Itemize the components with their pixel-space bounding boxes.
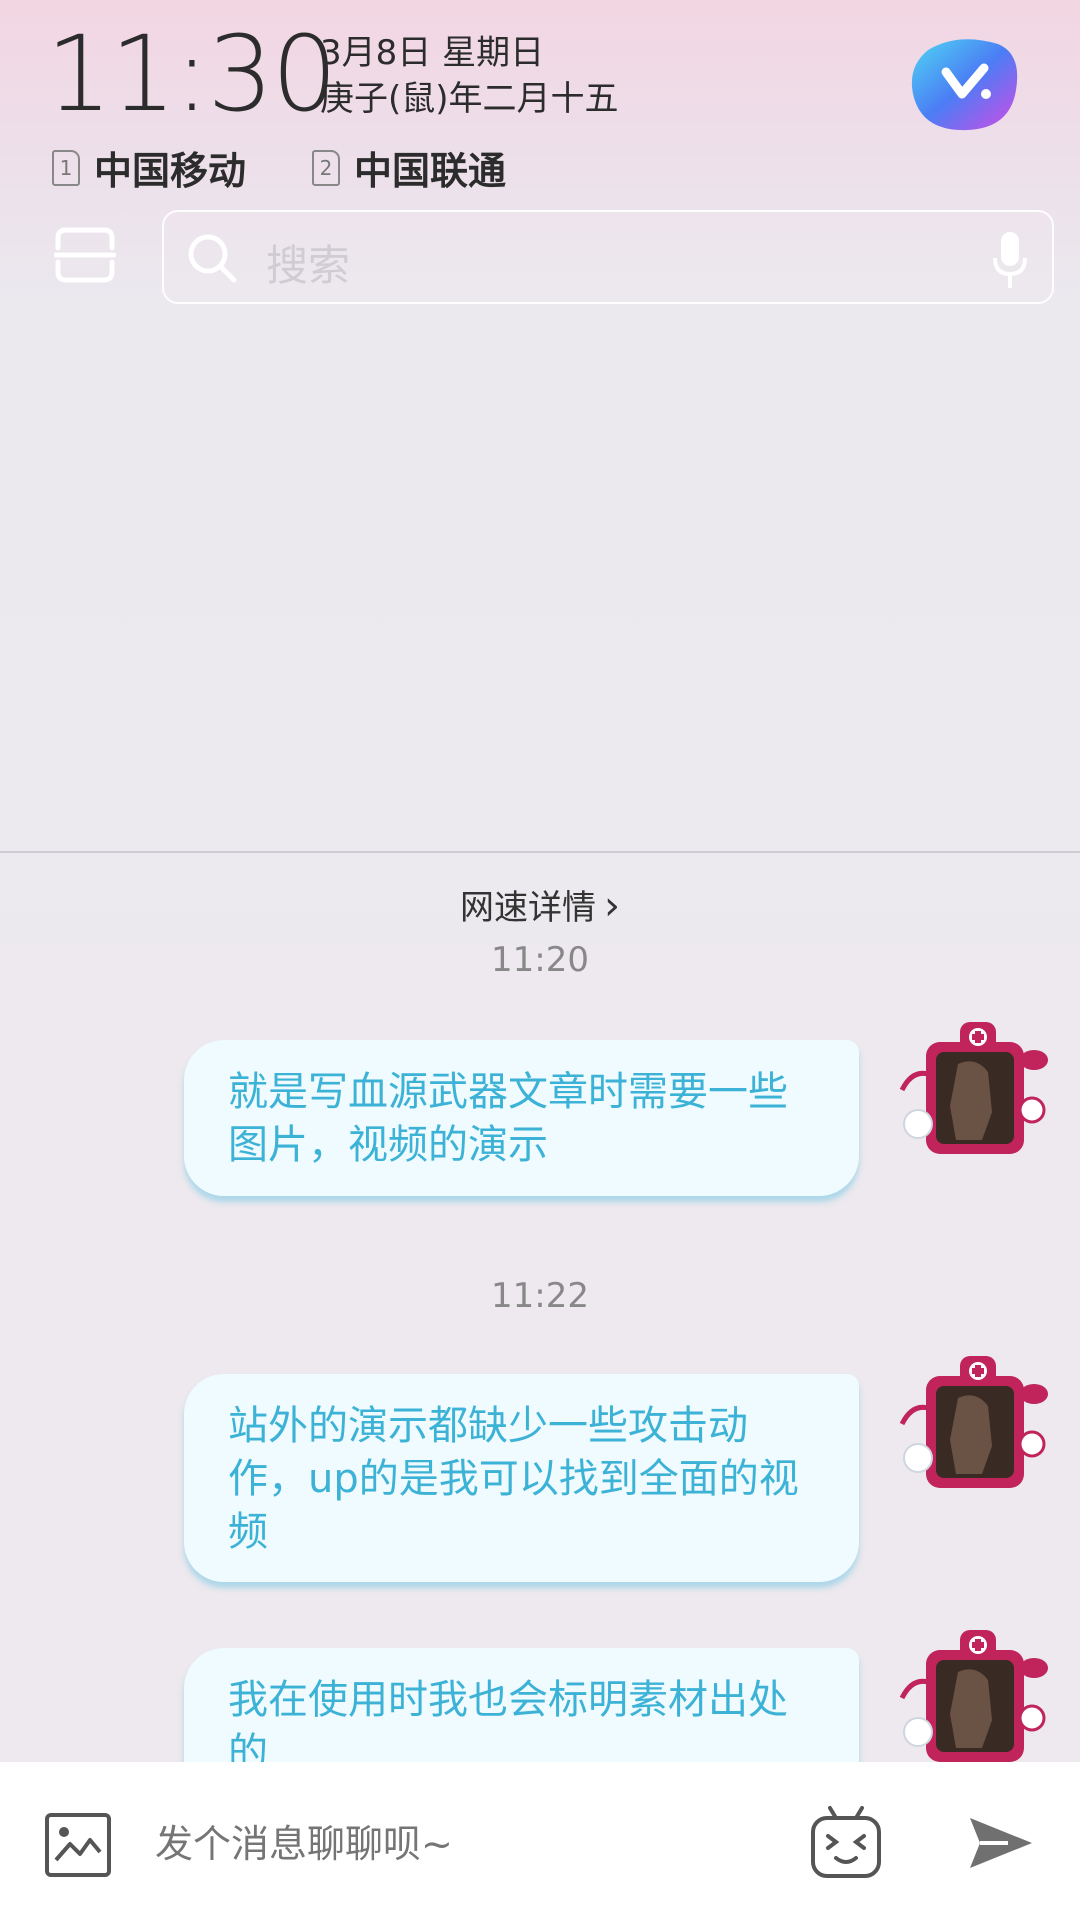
carrier-label: 中国移动 <box>94 149 247 193</box>
user-avatar[interactable] <box>896 1354 1052 1504</box>
user-avatar[interactable] <box>896 1020 1052 1170</box>
search-icon <box>188 234 237 283</box>
date-gregorian: 3月8日 星期日 <box>320 33 545 73</box>
sim2-icon: 2 <box>312 149 340 186</box>
carrier-sim1: 1 中国移动 <box>52 140 246 195</box>
message-timestamp: 11:22 <box>491 1276 589 1316</box>
assistant-logo-icon[interactable] <box>908 32 1020 132</box>
notification-shade: 11:30 3月8日 星期日 庚子(鼠)年二月十五 1 中国移动 2 中国联通 … <box>0 0 1080 945</box>
network-speed-link[interactable]: 网速详情 › <box>0 880 1080 929</box>
image-icon[interactable] <box>44 1812 112 1878</box>
message-text: 我在使用时我也会标明素材出处的 <box>228 1677 788 1762</box>
date-lunar: 庚子(鼠)年二月十五 <box>320 79 619 119</box>
message-input[interactable] <box>155 1822 755 1866</box>
message-bubble[interactable]: 就是写血源武器文章时需要一些图片，视频的演示 <box>184 1040 859 1196</box>
chevron-right-icon: › <box>604 883 620 929</box>
send-icon[interactable] <box>968 1814 1034 1872</box>
scan-icon[interactable] <box>54 226 116 284</box>
message-text: 就是写血源武器文章时需要一些图片，视频的演示 <box>228 1069 788 1168</box>
search-placeholder: 搜索 <box>266 241 351 290</box>
message-bubble[interactable]: 站外的演示都缺少一些攻击动作，up的是我可以找到全面的视频 <box>184 1374 859 1582</box>
sim1-icon: 1 <box>52 149 80 186</box>
message-text: 站外的演示都缺少一些攻击动作，up的是我可以找到全面的视频 <box>228 1403 799 1555</box>
message-bubble[interactable]: 我在使用时我也会标明素材出处的 <box>184 1648 859 1762</box>
search-bar[interactable]: 搜索 <box>162 210 1054 304</box>
status-clock: 11:30 <box>46 13 338 135</box>
message-input-bar <box>0 1762 1080 1920</box>
carrier-sim2: 2 中国联通 <box>312 140 506 195</box>
user-avatar[interactable] <box>896 1628 1052 1762</box>
message-timestamp: 11:20 <box>491 940 589 980</box>
shade-divider <box>0 851 1080 853</box>
emoji-icon[interactable] <box>810 1804 882 1880</box>
microphone-icon[interactable] <box>992 230 1028 292</box>
network-speed-label: 网速详情 <box>460 888 596 928</box>
carrier-label: 中国联通 <box>354 149 507 193</box>
status-date: 3月8日 星期日 庚子(鼠)年二月十五 <box>320 30 619 122</box>
